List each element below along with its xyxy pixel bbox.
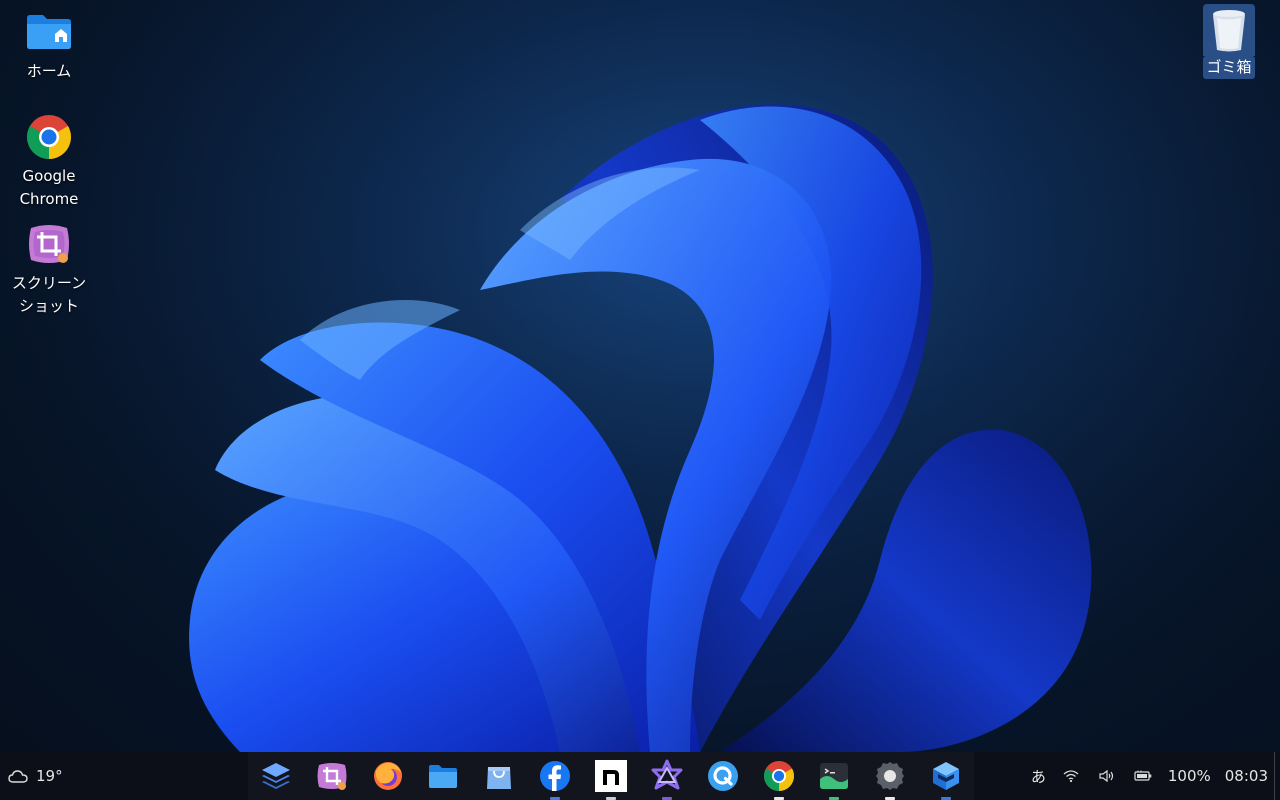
dock-item-chrome[interactable] [751, 752, 807, 800]
notion-icon [594, 760, 627, 792]
cloud-icon [8, 770, 28, 783]
battery-percentage: 100% [1167, 767, 1211, 785]
show-desktop-button[interactable] [1274, 752, 1280, 800]
dock-item-launcher[interactable] [248, 752, 304, 800]
firefox-icon [373, 762, 402, 790]
screenshot-crop-icon [317, 763, 347, 790]
desktop-icon-label: スクリーンショット [11, 274, 87, 315]
dock-item-stack[interactable] [918, 752, 974, 800]
desktop-icon-label: ホーム [26, 62, 72, 80]
desktop-icon-screenshot[interactable]: スクリーンショット [4, 220, 94, 318]
dock-item-screenshot[interactable] [304, 752, 360, 800]
dock-item-qt-creator[interactable] [639, 752, 695, 800]
desktop-icon-label: Google Chrome [19, 167, 79, 208]
folder-icon [429, 765, 458, 788]
volume-icon[interactable] [1096, 765, 1118, 787]
star-icon [651, 759, 683, 790]
dock-item-files[interactable] [416, 752, 472, 800]
wallpaper-bloom [0, 0, 1280, 752]
dock-item-firefox[interactable] [360, 752, 416, 800]
chrome-icon [27, 115, 71, 159]
desktop-icon-label: ゴミ箱 [1203, 56, 1255, 79]
dock-item-settings[interactable] [862, 752, 918, 800]
trash-icon-wrap [1203, 4, 1255, 56]
trash-icon [1213, 10, 1245, 52]
terminal-icon [820, 763, 849, 789]
dock-item-qbittorrent[interactable] [695, 752, 751, 800]
weather-widget[interactable]: 19° [8, 752, 63, 800]
desktop-icon-chrome[interactable]: Google Chrome [4, 113, 94, 211]
cube-stack-icon [933, 762, 960, 790]
dock-item-terminal[interactable] [806, 752, 862, 800]
desktop-icon-home[interactable]: ホーム [4, 8, 94, 83]
ime-indicator[interactable]: あ [1031, 766, 1046, 787]
clock[interactable]: 08:03 [1225, 767, 1268, 785]
dock-item-store[interactable] [471, 752, 527, 800]
dock-item-notion[interactable] [583, 752, 639, 800]
taskbar: 19° あ 100% 08:03 [0, 752, 1280, 800]
dock-item-facebook[interactable] [527, 752, 583, 800]
bag-icon [487, 767, 512, 789]
facebook-icon [540, 761, 571, 791]
battery-icon[interactable] [1132, 765, 1154, 787]
layers-icon [261, 763, 290, 789]
chrome-icon [763, 761, 794, 791]
gear-icon [876, 762, 905, 790]
folder-home-icon [27, 15, 71, 49]
desktop-icon-trash[interactable]: ゴミ箱 [1194, 4, 1264, 79]
system-tray: あ 100% 08:03 [1031, 752, 1268, 800]
weather-temperature: 19° [36, 767, 63, 785]
q-icon [707, 761, 738, 791]
screenshot-crop-icon [29, 225, 69, 263]
dock [248, 752, 974, 800]
wifi-icon[interactable] [1060, 765, 1082, 787]
